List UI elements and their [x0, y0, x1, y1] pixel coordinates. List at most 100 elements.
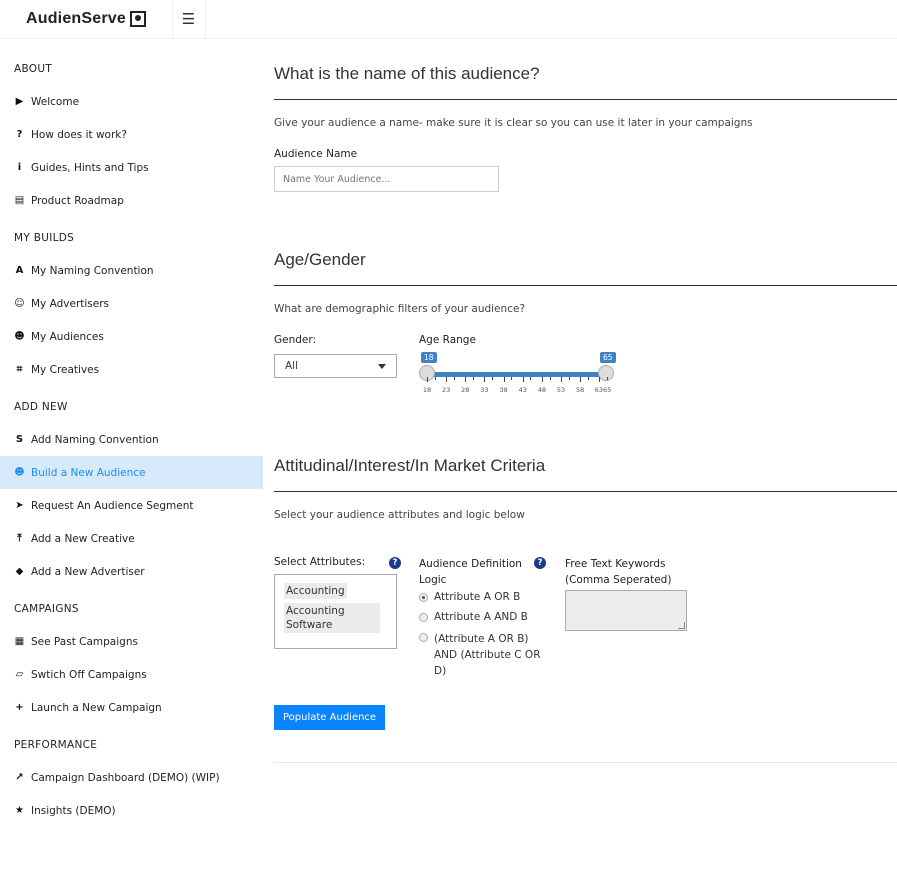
sidebar-item-see-past-campaigns[interactable]: ▦ See Past Campaigns: [0, 625, 263, 658]
attribute-option[interactable]: Accounting Software: [284, 603, 380, 633]
sidebar-item-label: Add Naming Convention: [31, 433, 159, 446]
sidebar-item-insights-demo[interactable]: ★ Insights (DEMO): [0, 794, 263, 827]
slider-max-handle[interactable]: [598, 365, 614, 381]
slider-tick: [561, 377, 563, 382]
sidebar-item-my-advertisers[interactable]: ☺ My Advertisers: [0, 287, 263, 320]
info-icon: i: [17, 162, 22, 173]
eraser-icon: ▱: [15, 669, 24, 680]
slider-tick: [427, 377, 428, 382]
sidebar-item-welcome[interactable]: ▶ Welcome: [0, 85, 263, 118]
sidebar-item-my-naming-convention[interactable]: A My Naming Convention: [0, 254, 263, 287]
font-icon: A: [15, 265, 24, 276]
sidebar-item-request-an-audience-segment[interactable]: ➤ Request An Audience Segment: [0, 489, 263, 522]
sidebar-item-campaign-dashboard-demo-wip[interactable]: ↗ Campaign Dashboard (DEMO) (WIP): [0, 761, 263, 794]
slider-tick: [453, 377, 455, 380]
top-bar: AudienServe ☰: [0, 0, 897, 39]
sidebar-item-label: Build a New Audience: [31, 466, 146, 479]
sidebar-section-title: CAMPAIGNS: [14, 603, 79, 615]
slider-tick-label: 58: [576, 386, 585, 394]
sidebar: ABOUT ▶ Welcome? How does it work? i Guides, …: [0, 39, 263, 884]
sidebar-item-build-a-new-audience[interactable]: ☻ Build a New Audience: [0, 456, 263, 489]
sidebar-item-label: My Advertisers: [31, 297, 110, 310]
sidebar-item-label: Welcome: [31, 95, 80, 108]
caret-down-icon: [378, 363, 386, 369]
calendar-icon: ▦: [14, 636, 25, 647]
slider-tick: [472, 377, 474, 380]
slider-tick: [530, 377, 532, 380]
slider-tick-label: 18: [422, 386, 432, 394]
sidebar-section-title: PERFORMANCE: [14, 739, 98, 751]
question-circle-icon[interactable]: ?: [389, 557, 401, 569]
sidebar-item-product-roadmap[interactable]: ▤ Product Roadmap: [0, 184, 263, 217]
attribute-option[interactable]: Accounting: [284, 583, 347, 599]
slider-tick: [549, 377, 551, 380]
sidebar-item-swtich-off-campaigns[interactable]: ▱ Swtich Off Campaigns: [0, 658, 263, 691]
age-range-slider[interactable]: 18 65 18 23 28 33 38 43 48 53 58 6365: [419, 352, 619, 402]
sidebar-item-label: See Past Campaigns: [31, 635, 138, 648]
slider-tick: [522, 377, 524, 382]
sidebar-item-add-naming-convention[interactable]: S Add Naming Convention: [0, 423, 263, 456]
radio-button[interactable]: [419, 633, 428, 642]
user-check-icon: ☺: [14, 298, 25, 309]
keywords-textarea[interactable]: [565, 590, 687, 631]
populate-audience-button[interactable]: Populate Audience: [274, 705, 386, 730]
audience-name-input[interactable]: [274, 166, 499, 192]
sidebar-item-add-a-new-creative[interactable]: ⤒ Add a New Creative: [0, 522, 263, 555]
slider-tick-label: 38: [499, 386, 508, 394]
radio-button[interactable]: [419, 613, 428, 622]
age-gender-description: What are demographic filters of your aud…: [274, 303, 526, 315]
slider-tick-label: 43: [518, 386, 527, 394]
slider-tick: [599, 377, 601, 382]
brand-name: AudienServe: [25, 10, 126, 27]
slider-tick: [568, 377, 570, 380]
logic-label: Audience Definition Logic: [419, 558, 522, 586]
slider-tick: [492, 377, 494, 380]
name-section-heading: What is the name of this audience?: [274, 64, 540, 83]
divider: [274, 762, 897, 763]
slider-tick: [511, 377, 513, 380]
question-icon: ?: [16, 129, 23, 140]
logic-option-and[interactable]: Attribute A AND B: [419, 611, 528, 623]
attributes-listbox[interactable]: Accounting Accounting Software: [274, 574, 397, 649]
age-gender-heading: Age/Gender: [274, 250, 366, 269]
plus-icon: +: [15, 702, 24, 713]
criteria-heading: Attitudinal/Interest/In Market Criteria: [274, 456, 546, 475]
brand-logo[interactable]: AudienServe: [0, 0, 173, 38]
sidebar-item-how-does-it-work[interactable]: ? How does it work?: [0, 118, 263, 151]
keywords-label: Free Text Keywords (Comma Seperated): [565, 558, 672, 586]
sidebar-item-label: Product Roadmap: [31, 194, 124, 207]
sidebar-item-label: Swtich Off Campaigns: [31, 668, 147, 681]
user-plus-icon: ☻: [14, 467, 25, 478]
question-circle-icon[interactable]: ?: [534, 557, 546, 569]
slider-tick: [587, 377, 589, 380]
logic-option-label: Attribute A AND B: [434, 611, 528, 623]
sidebar-item-label: Add a New Advertiser: [31, 565, 145, 578]
logic-option-or[interactable]: Attribute A OR B: [419, 591, 520, 603]
slider-min-badge: 18: [421, 352, 437, 363]
strikethrough-icon: S: [15, 434, 24, 445]
age-range-label: Age Range: [419, 334, 476, 346]
slider-tick: [465, 377, 467, 382]
sidebar-item-guides-hints-and-tips[interactable]: i Guides, Hints and Tips: [0, 151, 263, 184]
sidebar-item-label: Campaign Dashboard (DEMO) (WIP): [31, 771, 220, 784]
slider-tick: [434, 377, 436, 380]
radio-button[interactable]: [419, 593, 428, 602]
play-icon: ▶: [15, 96, 24, 107]
logic-option-combined[interactable]: (Attribute A OR B) AND (Attribute C OR D…: [419, 631, 549, 679]
crop-icon: ⌗: [16, 364, 23, 375]
paper-plane-icon: ➤: [15, 500, 24, 511]
sidebar-item-launch-a-new-campaign[interactable]: + Launch a New Campaign: [0, 691, 263, 724]
sidebar-item-label: How does it work?: [31, 128, 127, 141]
sidebar-item-my-creatives[interactable]: ⌗ My Creatives: [0, 353, 263, 386]
slider-tick-label: 6365: [594, 386, 612, 394]
slider-tick: [580, 377, 582, 382]
slider-tick: [607, 377, 608, 380]
select-attributes-label: Select Attributes:: [274, 556, 366, 568]
user-icon: ☻: [14, 331, 25, 342]
slider-tick-label: 53: [556, 386, 566, 394]
sidebar-item-my-audiences[interactable]: ☻ My Audiences: [0, 320, 263, 353]
slider-tick-label: 28: [461, 386, 470, 394]
gender-select[interactable]: All: [274, 354, 397, 378]
sidebar-item-add-a-new-advertiser[interactable]: ◆ Add a New Advertiser: [0, 555, 263, 588]
menu-toggle-icon[interactable]: ☰: [172, 0, 206, 38]
